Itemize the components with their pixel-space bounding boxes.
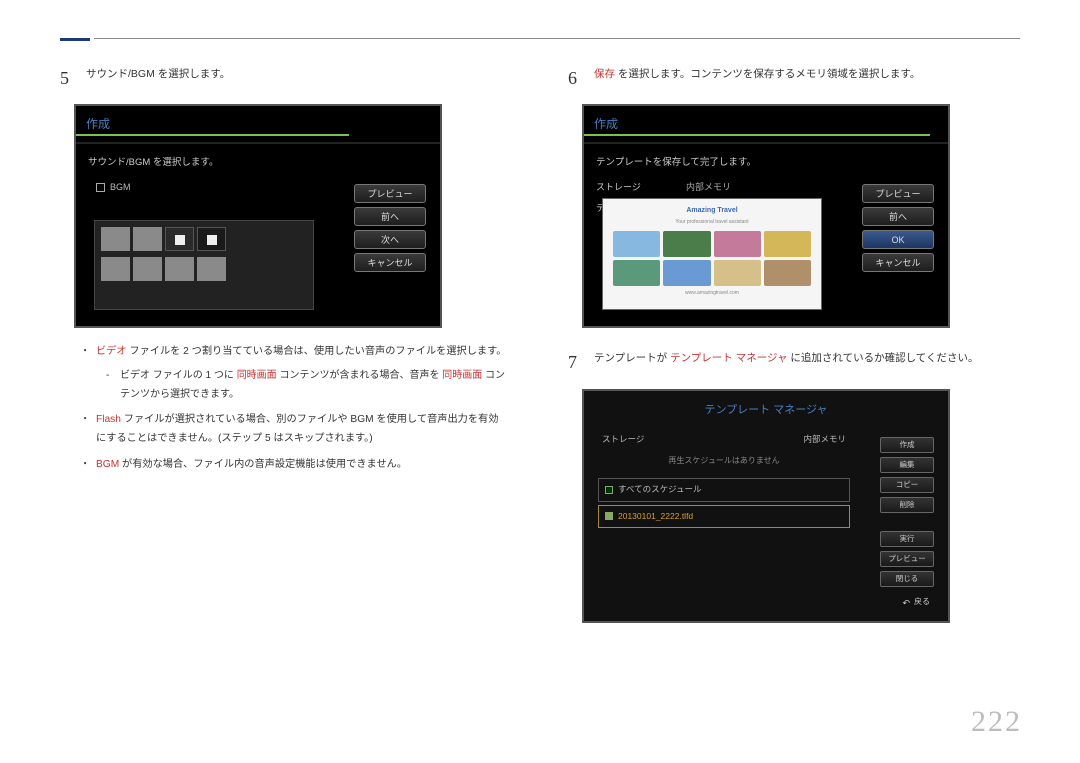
thumb[interactable] — [197, 257, 226, 281]
storage-label: ストレージ — [596, 179, 686, 195]
cancel-button[interactable]: キャンセル — [354, 253, 426, 272]
checkbox-label: BGM — [110, 179, 131, 195]
screen-title: テンプレート マネージャ — [584, 391, 948, 429]
checkbox-icon[interactable] — [605, 486, 613, 494]
preview-button[interactable]: プレビュー — [862, 184, 934, 203]
button-stack: プレビュー 前へ OK キャンセル — [862, 184, 934, 272]
left-column: 5 サウンド/BGM を選択します。 作成 サウンド/BGM を選択します。 B… — [60, 32, 508, 623]
preview-cell — [714, 231, 761, 257]
preview-cell — [613, 260, 660, 286]
preview-button[interactable]: プレビュー — [880, 551, 934, 567]
screen-subtitle: サウンド/BGM を選択します。 — [88, 154, 428, 171]
screen-title: 作成 — [76, 106, 440, 144]
screen-step6: 作成 テンプレートを保存して完了します。 ストレージ内部メモリ テンプレート名2… — [582, 104, 950, 328]
back-button[interactable]: 戻る — [902, 595, 930, 611]
screen-step5: 作成 サウンド/BGM を選択します。 BGM プレビュー — [74, 104, 442, 328]
preview-cell — [714, 260, 761, 286]
preview-logo-text: Amazing Travel — [613, 205, 811, 218]
thumb[interactable] — [133, 227, 162, 251]
all-schedules-row[interactable]: すべてのスケジュール — [598, 478, 850, 501]
preview-button[interactable]: プレビュー — [354, 184, 426, 203]
all-schedules-label: すべてのスケジュール — [618, 482, 701, 497]
screen-subtitle: テンプレートを保存して完了します。 — [596, 154, 936, 171]
step-text: テンプレートが テンプレート マネージャ に追加されているか確認してください。 — [594, 346, 978, 378]
page-number: 222 — [971, 705, 1022, 739]
no-schedule-text: 再生スケジュールはありません — [598, 450, 850, 472]
template-list-item[interactable]: 20130101_2222.tlfd — [598, 505, 850, 528]
thumbnail-grid — [94, 220, 314, 310]
ok-button[interactable]: OK — [862, 230, 934, 249]
delete-button[interactable]: 削除 — [880, 497, 934, 513]
edit-button[interactable]: 編集 — [880, 457, 934, 473]
template-preview: Amazing Travel Your professional travel … — [602, 198, 822, 310]
right-column: 6 保存 を選択します。コンテンツを保存するメモリ領域を選択します。 作成 テン… — [568, 32, 1016, 623]
thumb[interactable] — [101, 227, 130, 251]
thumb-selected[interactable] — [165, 227, 194, 251]
preview-tagline: Your professional travel assistant — [613, 218, 811, 227]
button-stack: プレビュー 前へ 次へ キャンセル — [354, 184, 426, 272]
note-item: BGM が有効な場合、ファイル内の音声設定機能は使用できません。 — [84, 455, 508, 474]
step-7: 7 テンプレートが テンプレート マネージャ に追加されているか確認してください… — [568, 346, 1016, 378]
prev-button[interactable]: 前へ — [862, 207, 934, 226]
header-accent — [60, 38, 94, 41]
thumb[interactable] — [197, 227, 226, 251]
copy-button[interactable]: コピー — [880, 477, 934, 493]
next-button[interactable]: 次へ — [354, 230, 426, 249]
step-number: 6 — [568, 62, 594, 94]
storage-value: 内部メモリ — [803, 432, 846, 447]
thumb[interactable] — [165, 257, 194, 281]
close-button[interactable]: 閉じる — [880, 571, 934, 587]
step-6: 6 保存 を選択します。コンテンツを保存するメモリ領域を選択します。 — [568, 62, 1016, 94]
screen-title: 作成 — [584, 106, 948, 144]
step-number: 5 — [60, 62, 86, 94]
checkbox-icon[interactable] — [96, 183, 105, 192]
step-5: 5 サウンド/BGM を選択します。 — [60, 62, 508, 94]
cancel-button[interactable]: キャンセル — [862, 253, 934, 272]
thumb[interactable] — [133, 257, 162, 281]
preview-cell — [764, 260, 811, 286]
step-text: サウンド/BGM を選択します。 — [86, 62, 230, 94]
preview-cell — [663, 260, 710, 286]
preview-cell — [663, 231, 710, 257]
template-filename: 20130101_2222.tlfd — [618, 509, 693, 524]
note-item: Flash ファイルが選択されている場合、別のファイルや BGM を使用して音声… — [84, 410, 508, 449]
header-divider — [60, 38, 1020, 39]
note-list: ビデオ ファイルを 2 つ割り当てている場合は、使用したい音声のファイルを選択し… — [84, 342, 508, 474]
create-button[interactable]: 作成 — [880, 437, 934, 453]
step-number: 7 — [568, 346, 594, 378]
screen-step7: テンプレート マネージャ ストレージ 内部メモリ 再生スケジュールはありません … — [582, 389, 950, 623]
preview-url: www.amazingtravel.com — [613, 289, 811, 298]
prev-button[interactable]: 前へ — [354, 207, 426, 226]
run-button[interactable]: 実行 — [880, 531, 934, 547]
sub-note: ビデオ ファイルの 1 つに 同時画面 コンテンツが含まれる場合、音声を 同時画… — [96, 366, 508, 404]
step-text: 保存 を選択します。コンテンツを保存するメモリ領域を選択します。 — [594, 62, 920, 94]
storage-label: ストレージ — [602, 432, 644, 447]
preview-cell — [764, 231, 811, 257]
preview-cell — [613, 231, 660, 257]
storage-row: ストレージ 内部メモリ — [598, 429, 850, 450]
button-stack: 作成 編集 コピー 削除 実行 プレビュー 閉じる — [880, 437, 934, 587]
storage-value: 内部メモリ — [686, 179, 731, 195]
thumb[interactable] — [101, 257, 130, 281]
note-item: ビデオ ファイルを 2 つ割り当てている場合は、使用したい音声のファイルを選択し… — [84, 342, 508, 403]
item-icon — [605, 512, 613, 520]
